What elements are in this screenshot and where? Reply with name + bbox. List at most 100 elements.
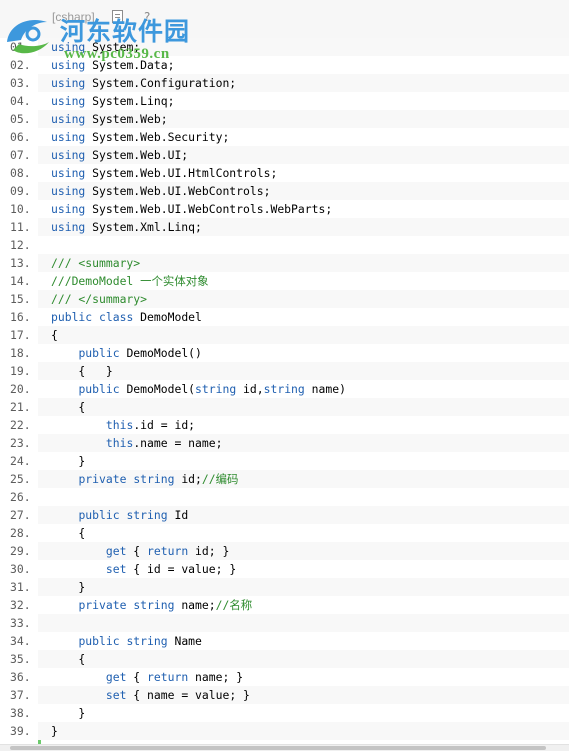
code-token: id; } (188, 544, 230, 558)
code-keyword: private (78, 472, 127, 486)
code-comment: //编码 (201, 472, 239, 486)
code-keyword: private (78, 598, 127, 612)
code-keyword: using (51, 220, 86, 234)
code-text: using System.Web.Security; (51, 128, 229, 146)
scrollbar-thumb[interactable] (10, 746, 546, 750)
code-token: name; } (188, 670, 244, 684)
line-number: 14. (0, 272, 38, 290)
code-token: .name = name; (133, 436, 223, 450)
line-number: 31. (0, 578, 38, 596)
line-number: 27. (0, 506, 38, 524)
copy-code-icon[interactable] (112, 10, 123, 23)
line-number: 39. (0, 722, 38, 740)
code-line: 36. get { return name; } (0, 668, 569, 686)
code-keyword: public (78, 382, 120, 396)
code-token: } (51, 580, 86, 594)
line-number: 02. (0, 56, 38, 74)
code-text: using System.Web.UI.HtmlControls; (51, 164, 277, 182)
line-number: 05. (0, 110, 38, 128)
language-label: [csharp] (52, 10, 95, 24)
code-token: } (51, 724, 58, 738)
code-token: System.Xml.Linq; (85, 220, 202, 234)
code-toolbar: [csharp] ? (0, 0, 569, 39)
code-block: 01. using System; 02. using System.Data; 03.… (0, 38, 569, 740)
code-keyword: class (99, 310, 134, 324)
code-line: 18. public DemoModel() (0, 344, 569, 362)
code-text: using System.Linq; (51, 92, 174, 110)
line-number: 19. (0, 362, 38, 380)
code-comment: //名称 (215, 598, 253, 612)
code-keyword: using (51, 184, 86, 198)
code-keyword: public (78, 634, 120, 648)
code-token: { (51, 652, 86, 666)
code-token: name) (304, 382, 346, 396)
code-line: 34. public string Name (0, 632, 569, 650)
help-icon[interactable]: ? (144, 10, 150, 24)
code-text: } (51, 704, 85, 722)
code-line: 20. public DemoModel(string id,string na… (0, 380, 569, 398)
code-token: DemoModel() (119, 346, 202, 360)
code-line: 26. (0, 488, 569, 506)
code-text: { (51, 398, 85, 416)
code-keyword: using (51, 130, 86, 144)
line-number: 03. (0, 74, 38, 92)
code-token: { (51, 400, 86, 414)
code-line: 33. (0, 614, 569, 632)
code-keyword: set (105, 562, 127, 576)
code-comment: /// <summary> (51, 256, 141, 270)
code-token: name; (174, 598, 216, 612)
code-text: /// <summary> (51, 254, 140, 272)
line-number: 34. (0, 632, 38, 650)
line-number: 15. (0, 290, 38, 308)
code-keyword: this (105, 436, 134, 450)
code-line: 23. this.name = name; (0, 434, 569, 452)
line-number: 12. (0, 236, 38, 254)
code-text: this.id = id; (51, 416, 195, 434)
line-number: 18. (0, 344, 38, 362)
code-token: DemoModel (133, 310, 202, 324)
line-number: 11. (0, 218, 38, 236)
code-token: } (51, 706, 86, 720)
code-keyword: using (51, 76, 86, 90)
code-line: 31. } (0, 578, 569, 596)
code-text: using System.Web; (51, 110, 168, 128)
code-text: using System.Data; (51, 56, 174, 74)
line-number: 20. (0, 380, 38, 398)
code-token: .id = id; (133, 418, 196, 432)
code-keyword: using (51, 58, 86, 72)
code-line: 29. get { return id; } (0, 542, 569, 560)
code-comment: /// </summary> (51, 292, 148, 306)
code-line: 09. using System.Web.UI.WebControls; (0, 182, 569, 200)
line-number: 36. (0, 668, 38, 686)
code-text: get { return id; } (51, 542, 229, 560)
code-line: 38. } (0, 704, 569, 722)
code-line: 37. set { name = value; } (0, 686, 569, 704)
code-line: 35. { (0, 650, 569, 668)
code-line: 12. (0, 236, 569, 254)
code-text: } (51, 452, 85, 470)
code-token: System.Web.UI; (85, 148, 189, 162)
code-text: using System.Web.UI.WebControls; (51, 182, 270, 200)
code-text: using System.Web.UI; (51, 146, 188, 164)
code-token: System.Data; (85, 58, 175, 72)
code-keyword: string (133, 472, 175, 486)
line-number: 17. (0, 326, 38, 344)
code-keyword: string (195, 382, 237, 396)
line-number: 07. (0, 146, 38, 164)
code-token: System.Linq; (85, 94, 175, 108)
code-token: System.Web.Security; (85, 130, 230, 144)
line-number: 06. (0, 128, 38, 146)
code-keyword: return (147, 544, 189, 558)
code-line: 19. { } (0, 362, 569, 380)
code-line: 06. using System.Web.Security; (0, 128, 569, 146)
code-token: System.Web; (85, 112, 168, 126)
line-number: 28. (0, 524, 38, 542)
code-token: { id = value; } (126, 562, 237, 576)
code-text: public DemoModel() (51, 344, 202, 362)
code-line: 39.} (0, 722, 569, 740)
